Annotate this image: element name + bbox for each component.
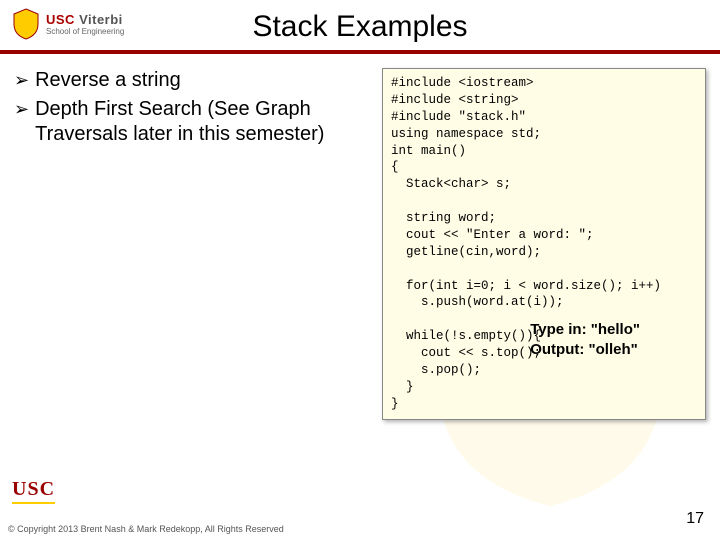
shield-icon [12, 8, 40, 40]
page-number: 17 [686, 510, 704, 528]
bullet-text: Reverse a string [35, 68, 181, 93]
header-logo: USC Viterbi School of Engineering [12, 8, 124, 40]
arrow-icon: ➢ [14, 68, 29, 93]
logo-text-main: USC Viterbi [46, 13, 124, 26]
result-text: Type in: "hello" Output: "olleh" [530, 320, 640, 359]
bullet-list: ➢ Reverse a string ➢ Depth First Search … [14, 68, 374, 420]
result-output: Output: "olleh" [530, 340, 640, 360]
bullet-text: Depth First Search (See Graph Traversals… [35, 97, 374, 147]
copyright-text: © Copyright 2013 Brent Nash & Mark Redek… [8, 524, 284, 534]
result-input: Type in: "hello" [530, 320, 640, 340]
arrow-icon: ➢ [14, 97, 29, 147]
list-item: ➢ Reverse a string [14, 68, 374, 93]
footer-logo: USC [12, 478, 55, 504]
code-block: #include <iostream> #include <string> #i… [382, 68, 706, 420]
logo-text-sub: School of Engineering [46, 28, 124, 36]
list-item: ➢ Depth First Search (See Graph Traversa… [14, 97, 374, 147]
